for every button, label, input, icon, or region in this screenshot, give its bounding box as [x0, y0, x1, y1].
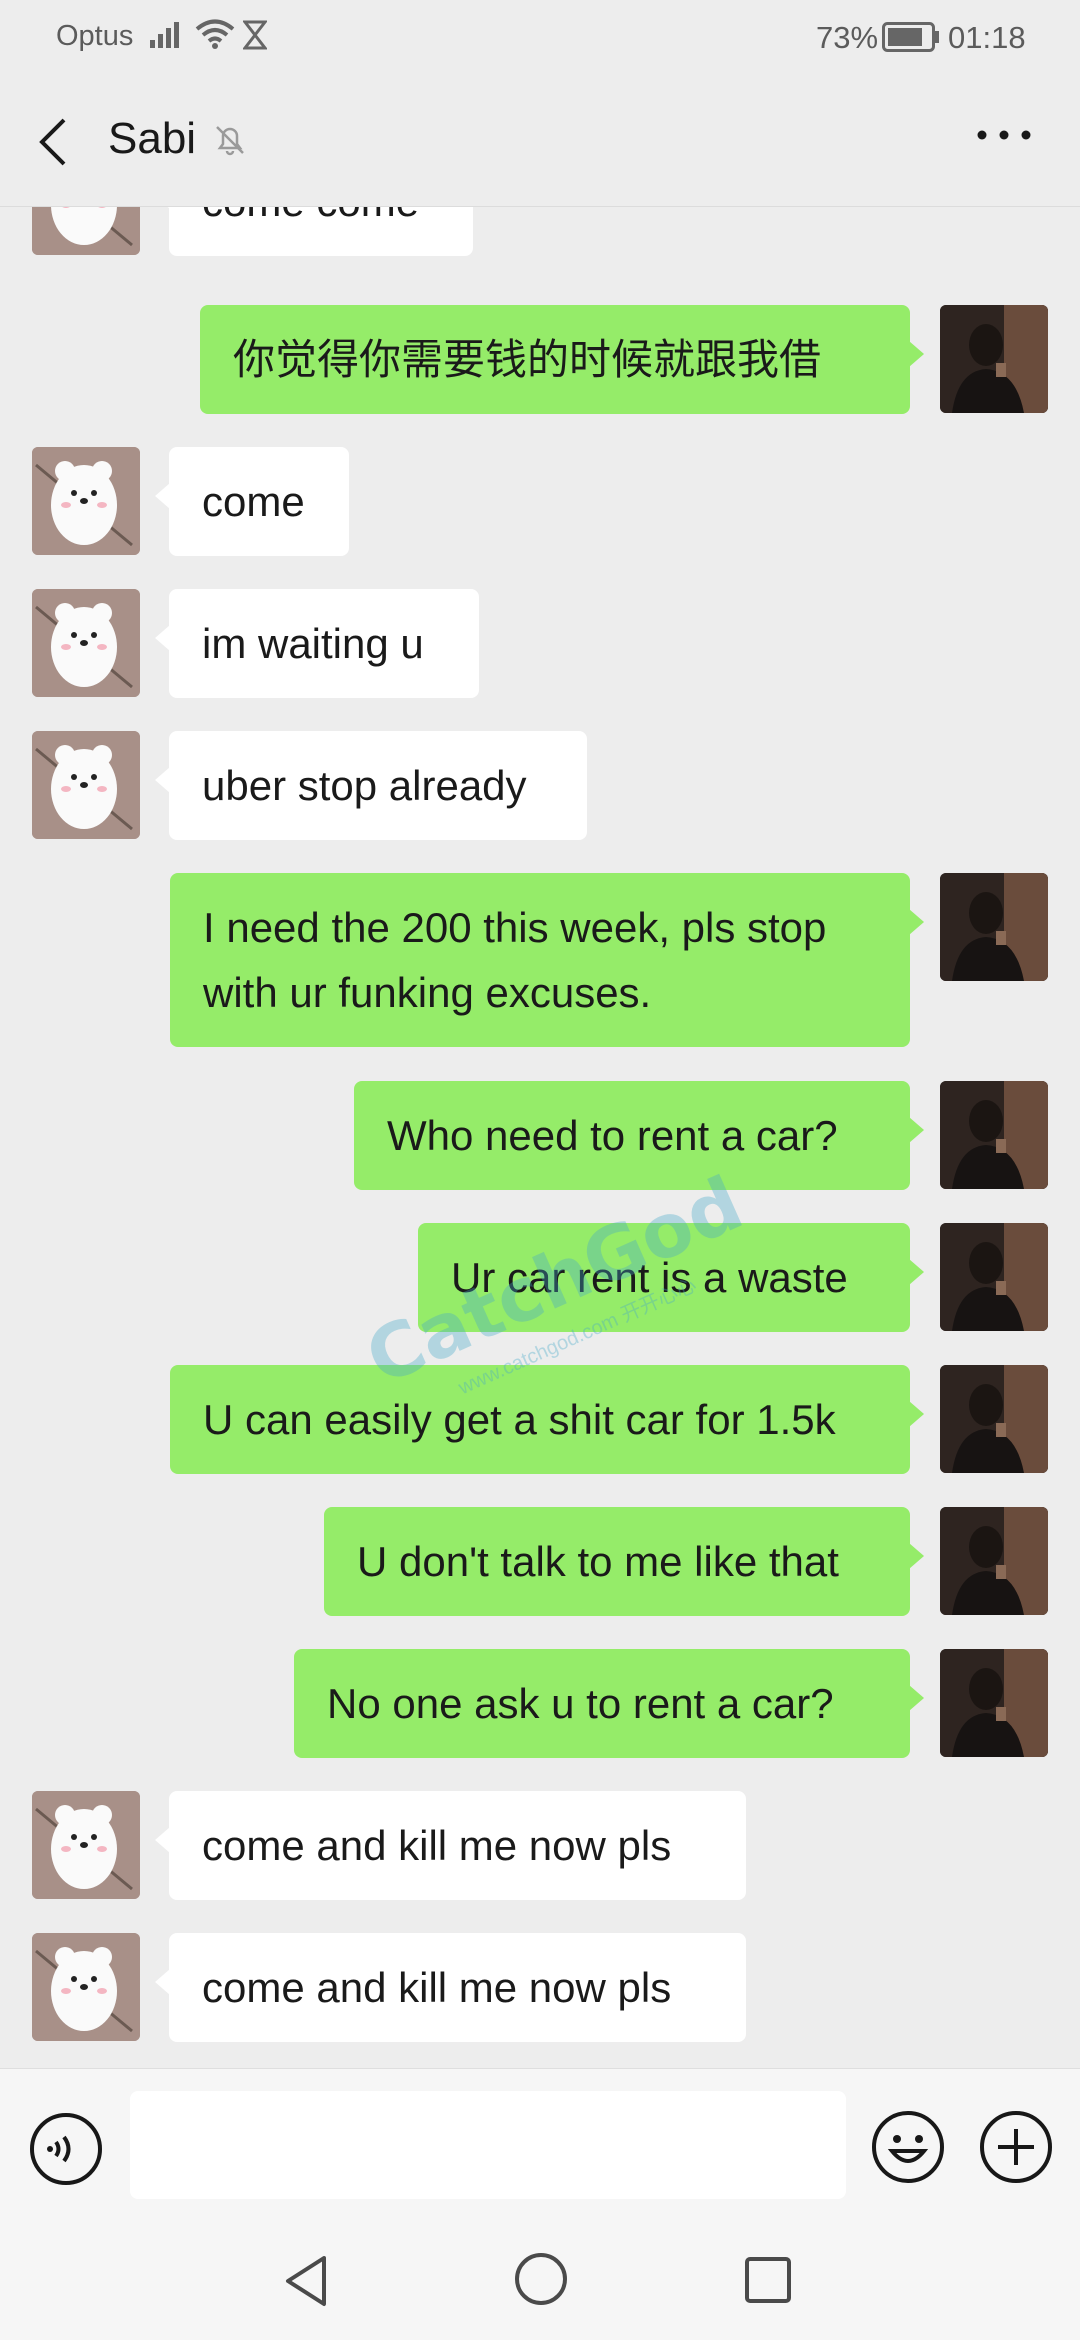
mute-bell-icon	[216, 126, 244, 156]
nav-recent-icon[interactable]	[744, 2256, 792, 2304]
outgoing-message-bubble[interactable]: 你觉得你需要钱的时候就跟我借	[200, 305, 924, 414]
clock: 01:18	[948, 20, 1026, 55]
incoming-message-bubble[interactable]: come and kill me now pls	[155, 1933, 746, 2042]
contact-avatar[interactable]	[32, 207, 140, 255]
carrier-name: Optus	[56, 20, 134, 52]
incoming-message-bubble[interactable]: im waiting u	[155, 589, 479, 698]
back-icon[interactable]	[34, 116, 74, 168]
status-bar: Optus 73% 01:18	[0, 0, 1080, 78]
nav-home-icon[interactable]	[514, 2252, 568, 2306]
outgoing-message-bubble[interactable]: U can easily get a shit car for 1.5k	[170, 1365, 924, 1474]
outgoing-message-bubble[interactable]: No one ask u to rent a car?	[294, 1649, 924, 1758]
contact-avatar[interactable]	[32, 1791, 140, 1899]
navigation-bar	[0, 2208, 1080, 2340]
my-avatar[interactable]	[940, 305, 1048, 413]
signal-icon	[150, 22, 179, 48]
contact-avatar[interactable]	[32, 1933, 140, 2041]
incoming-message-bubble[interactable]: come	[155, 447, 349, 556]
chat-messages[interactable]: come come 你觉得你需要钱的时候就跟我借 come im waiting u u…	[0, 207, 1080, 2067]
voice-icon[interactable]	[28, 2111, 104, 2187]
my-avatar[interactable]	[940, 1507, 1048, 1615]
battery-percentage: 73%	[816, 20, 879, 55]
plus-icon[interactable]	[978, 2109, 1054, 2185]
battery-icon	[882, 22, 939, 52]
chat-title[interactable]: Sabi	[108, 114, 196, 164]
contact-avatar[interactable]	[32, 447, 140, 555]
my-avatar[interactable]	[940, 1649, 1048, 1757]
incoming-message-bubble[interactable]: come and kill me now pls	[155, 1791, 746, 1900]
nav-back-icon[interactable]	[282, 2254, 330, 2308]
incoming-message-bubble[interactable]: come come	[155, 207, 473, 256]
my-avatar[interactable]	[940, 873, 1048, 981]
my-avatar[interactable]	[940, 1223, 1048, 1331]
incoming-message-bubble[interactable]: uber stop already	[155, 731, 587, 840]
contact-avatar[interactable]	[32, 731, 140, 839]
message-input[interactable]	[130, 2091, 846, 2199]
wifi-icon	[195, 19, 235, 49]
hourglass-icon	[243, 20, 267, 50]
contact-avatar[interactable]	[32, 589, 140, 697]
outgoing-message-bubble[interactable]: U don't talk to me like that	[324, 1507, 924, 1616]
outgoing-message-bubble[interactable]: I need the 200 this week, pls stop with …	[170, 873, 924, 1047]
chat-header: Sabi	[0, 78, 1080, 207]
outgoing-message-bubble[interactable]: Who need to rent a car?	[354, 1081, 924, 1190]
input-bar	[0, 2068, 1080, 2209]
my-avatar[interactable]	[940, 1081, 1048, 1189]
emoji-icon[interactable]	[870, 2109, 946, 2185]
more-icon[interactable]	[976, 128, 1032, 142]
my-avatar[interactable]	[940, 1365, 1048, 1473]
